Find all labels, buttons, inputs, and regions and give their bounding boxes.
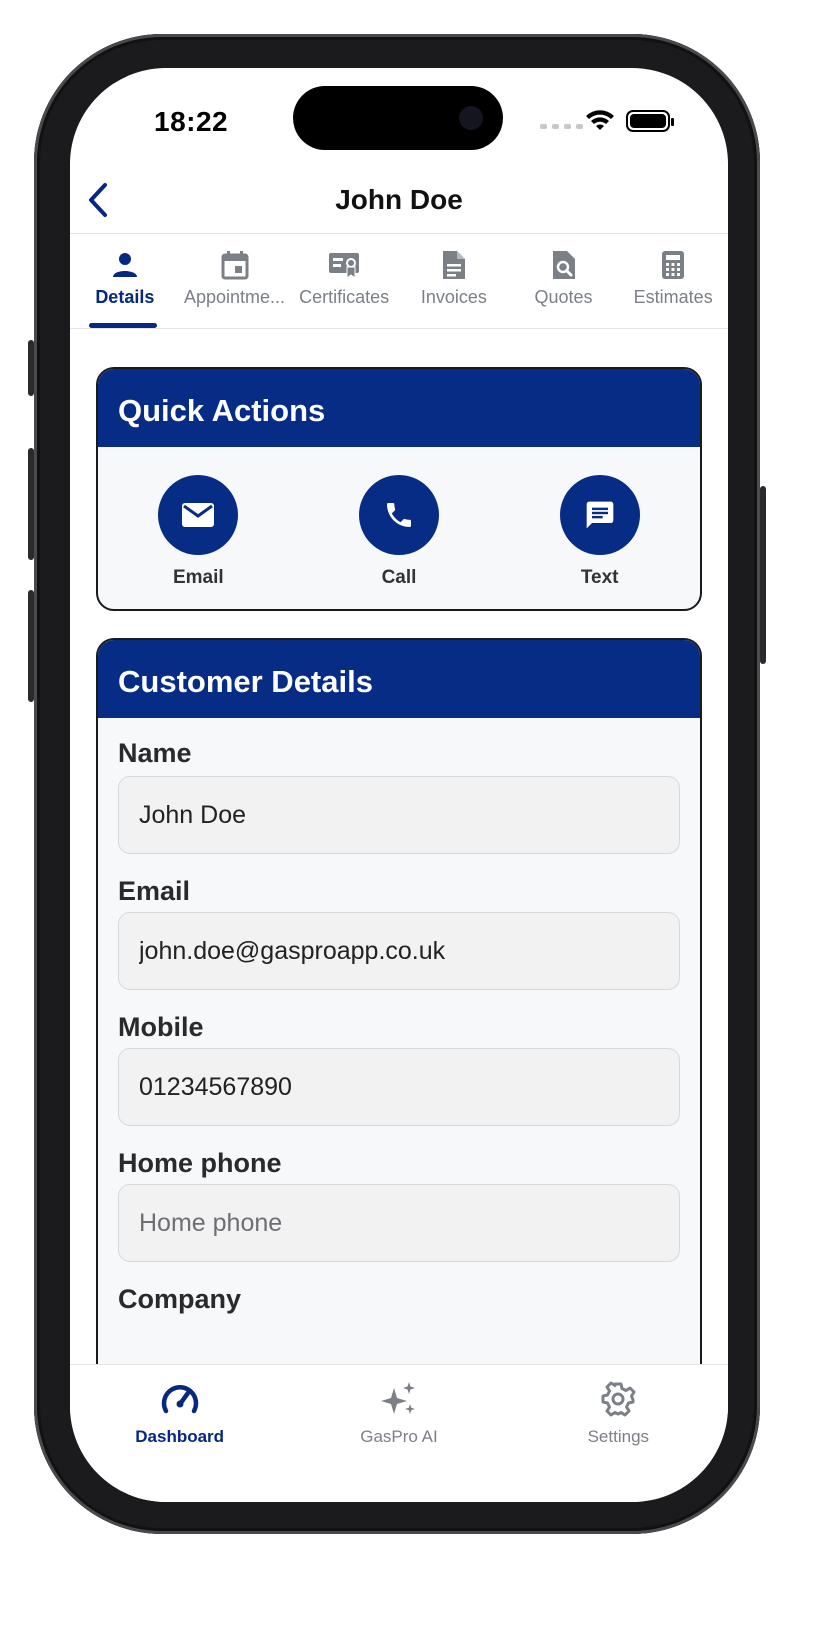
- mobile-label: Mobile: [118, 1012, 204, 1042]
- tab-quotes[interactable]: Quotes: [509, 235, 619, 328]
- tabbar-settings[interactable]: Settings: [509, 1365, 728, 1502]
- cellular-signal-icon: [540, 124, 583, 129]
- email-input[interactable]: [118, 912, 680, 990]
- tab-label: Appointme...: [183, 287, 286, 307]
- bottom-tab-bar: Dashboard GasPro AI Settings: [70, 1364, 728, 1502]
- text-action-label: Text: [580, 567, 619, 588]
- name-label: Name: [118, 738, 192, 768]
- mobile-input[interactable]: [118, 1048, 680, 1126]
- mail-icon: [182, 503, 215, 527]
- status-time: 18:22: [154, 106, 229, 137]
- tabbar-label: Settings: [587, 1427, 650, 1446]
- tab-label: Details: [95, 287, 155, 307]
- home-phone-field: Home phone: [98, 1126, 700, 1262]
- tab-invoices[interactable]: Invoices: [399, 235, 509, 328]
- certificate-icon: [328, 249, 360, 281]
- tab-label: Certificates: [299, 287, 390, 307]
- company-field: Company: [98, 1262, 700, 1320]
- call-action-label: Call: [381, 567, 417, 588]
- tabbar-dashboard[interactable]: Dashboard: [70, 1365, 289, 1502]
- customer-details-card: Customer Details Name Email Mobile Home …: [96, 638, 702, 1364]
- phone-icon: [387, 503, 411, 527]
- app-screen: 18:22 John Doe Details Appointme... Cert…: [70, 68, 728, 1502]
- call-action-button[interactable]: [359, 475, 439, 555]
- page-title: John Doe: [335, 184, 463, 215]
- email-field: Email: [98, 854, 700, 990]
- tab-details[interactable]: Details: [70, 235, 180, 328]
- email-label: Email: [118, 876, 191, 906]
- content-scroll-area[interactable]: Quick Actions Email Call Text Customer D…: [70, 330, 728, 1364]
- tab-certificates[interactable]: Certificates: [289, 235, 399, 328]
- sparkles-icon: [379, 1379, 419, 1419]
- tab-estimates[interactable]: Estimates: [618, 235, 728, 328]
- speedometer-icon: [160, 1379, 200, 1419]
- tabbar-label: Dashboard: [135, 1427, 225, 1446]
- email-action[interactable]: Email: [98, 447, 299, 609]
- tab-label: Invoices: [420, 287, 487, 307]
- customer-details-title: Customer Details: [98, 640, 700, 718]
- tab-appointments[interactable]: Appointme...: [180, 235, 290, 328]
- gear-icon: [598, 1379, 638, 1419]
- volume-up-button: [28, 448, 34, 560]
- tabbar-gaspro-ai[interactable]: GasPro AI: [289, 1365, 508, 1502]
- quick-actions-card: Quick Actions Email Call Text: [96, 367, 702, 611]
- call-action[interactable]: Call: [299, 447, 500, 609]
- power-button: [760, 486, 766, 664]
- tab-label: Estimates: [633, 287, 713, 307]
- email-action-label: Email: [172, 567, 224, 588]
- calendar-icon: [219, 249, 251, 281]
- navigation-bar: John Doe: [70, 168, 728, 234]
- document-search-icon: [548, 249, 580, 281]
- quick-actions-title: Quick Actions: [98, 369, 700, 447]
- battery-icon: [626, 110, 674, 132]
- name-field: Name: [98, 718, 700, 854]
- name-input[interactable]: [118, 776, 680, 854]
- document-icon: [438, 249, 470, 281]
- text-action-button[interactable]: [559, 475, 640, 555]
- mobile-field: Mobile: [98, 990, 700, 1126]
- person-icon: [109, 249, 141, 281]
- home-phone-label: Home phone: [118, 1148, 282, 1178]
- message-icon: [586, 501, 614, 529]
- text-action[interactable]: Text: [499, 447, 700, 609]
- company-label: Company: [118, 1284, 242, 1314]
- section-tabs: Details Appointme... Certificates Invoic…: [70, 235, 728, 329]
- tabbar-label: GasPro AI: [360, 1427, 438, 1446]
- calculator-icon: [657, 249, 689, 281]
- home-phone-input[interactable]: [118, 1184, 680, 1262]
- volume-down-button: [28, 590, 34, 702]
- wifi-icon: [585, 110, 615, 137]
- active-tab-indicator: [89, 323, 157, 328]
- action-button: [28, 340, 34, 396]
- dynamic-island: [293, 86, 503, 150]
- email-action-button[interactable]: [158, 475, 239, 555]
- tab-label: Quotes: [534, 287, 593, 307]
